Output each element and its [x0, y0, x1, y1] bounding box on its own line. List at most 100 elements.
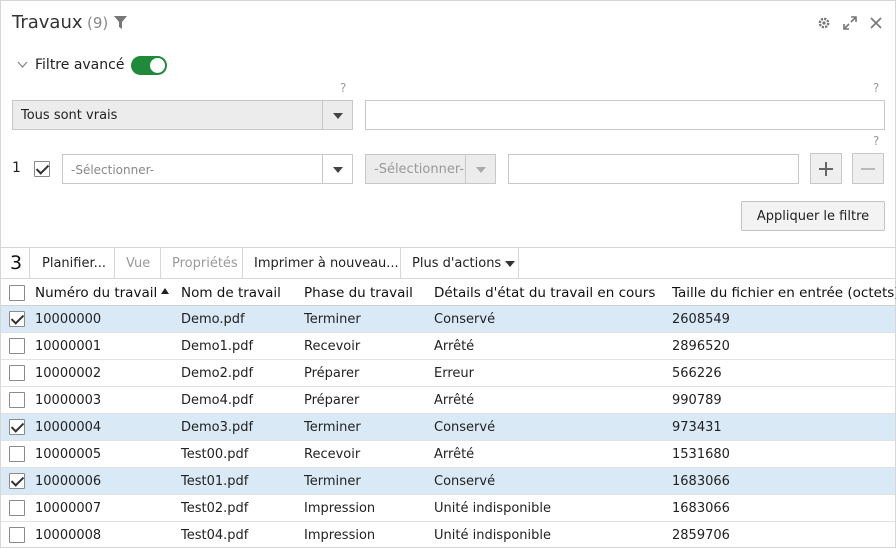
table-row[interactable]: 10000008 Test04.pdf Impression Unité indisp… — [1, 522, 895, 548]
cell-input-size: 1683066 — [672, 474, 730, 489]
cell-input-size: 2859706 — [672, 528, 730, 543]
cell-job-name: Test02.pdf — [181, 501, 249, 516]
caret-down-icon — [505, 260, 516, 267]
remove-condition-button — [852, 153, 884, 184]
row-checkbox[interactable] — [9, 338, 25, 354]
table-row[interactable]: 10000006 Test01.pdf Terminer Conservé 168306… — [1, 468, 895, 495]
cell-input-size: 1683066 — [672, 501, 730, 516]
cell-job-number: 10000007 — [35, 501, 102, 516]
dropdown-arrow-icon[interactable] — [322, 155, 352, 183]
cell-job-phase: Terminer — [304, 420, 361, 435]
table-row[interactable]: 10000004 Demo3.pdf Terminer Conservé 973431 — [1, 414, 895, 441]
logic-select[interactable]: Tous sont vrais — [12, 100, 353, 130]
cell-job-number: 10000002 — [35, 366, 102, 381]
view-button: Vue — [126, 256, 151, 271]
logic-select-value: Tous sont vrais — [21, 108, 118, 123]
cell-job-number: 10000008 — [35, 528, 102, 543]
cell-status-details: Erreur — [434, 366, 474, 381]
row-checkbox[interactable] — [9, 365, 25, 381]
cell-job-number: 10000005 — [35, 447, 102, 462]
funnel-icon[interactable] — [114, 16, 127, 30]
table-row[interactable]: 10000005 Test00.pdf Recevoir Arrêté 1531680 — [1, 441, 895, 468]
condition-field-select[interactable]: -Sélectionner- — [62, 154, 353, 184]
close-icon[interactable] — [869, 16, 883, 30]
column-header-input-size[interactable]: Taille du fichier en entrée (octets) — [672, 285, 896, 301]
properties-button: Propriétés — [172, 256, 238, 271]
condition-field-placeholder: -Sélectionner- — [71, 163, 155, 177]
help-icon[interactable]: ? — [873, 134, 879, 148]
row-checkbox[interactable] — [9, 473, 25, 489]
advanced-filter-toggle[interactable] — [131, 56, 167, 75]
cell-job-phase: Recevoir — [304, 447, 361, 462]
job-count: (9) — [87, 14, 109, 32]
cell-job-name: Demo4.pdf — [181, 393, 254, 408]
help-icon[interactable]: ? — [340, 81, 346, 95]
row-checkbox[interactable] — [9, 311, 25, 327]
cell-job-name: Test01.pdf — [181, 474, 249, 489]
table-row[interactable]: 10000007 Test02.pdf Impression Unité indisp… — [1, 495, 895, 522]
expand-icon[interactable] — [843, 16, 857, 30]
add-condition-button[interactable] — [810, 153, 842, 184]
apply-filter-button[interactable]: Appliquer le filtre — [741, 201, 885, 231]
row-checkbox[interactable] — [9, 446, 25, 462]
cell-job-number: 10000000 — [35, 312, 102, 327]
cell-job-phase: Terminer — [304, 474, 361, 489]
cell-input-size: 566226 — [672, 366, 722, 381]
chevron-down-icon[interactable] — [17, 61, 28, 69]
more-actions-button[interactable]: Plus d'actions — [412, 256, 516, 271]
help-icon[interactable]: ? — [873, 81, 879, 95]
more-actions-label: Plus d'actions — [412, 256, 502, 271]
schedule-button[interactable]: Planifier... — [42, 256, 106, 271]
cell-job-number: 10000006 — [35, 474, 102, 489]
panel-header: Travaux (9) — [1, 1, 895, 45]
row-checkbox[interactable] — [9, 500, 25, 516]
cell-input-size: 2608549 — [672, 312, 730, 327]
gear-icon[interactable] — [817, 16, 831, 30]
toggle-knob — [150, 58, 165, 73]
actions-toolbar: 3 Planifier... Vue Propriétés Imprimer à… — [1, 247, 895, 279]
column-header-job-name[interactable]: Nom de travail — [181, 285, 281, 301]
cell-job-phase: Recevoir — [304, 339, 361, 354]
cell-job-name: Test00.pdf — [181, 447, 249, 462]
cell-input-size: 2896520 — [672, 339, 730, 354]
condition-operator-select: -Sélectionner- — [365, 154, 496, 184]
panel-title: Travaux — [12, 12, 83, 33]
condition-enabled-checkbox[interactable] — [34, 161, 50, 177]
sort-ascending-icon — [161, 288, 170, 294]
cell-job-name: Demo3.pdf — [181, 420, 254, 435]
column-header-status-details[interactable]: Détails d'état du travail en cours — [434, 285, 655, 301]
table-row[interactable]: 10000001 Demo1.pdf Recevoir Arrêté 2896520 — [1, 333, 895, 360]
table-row[interactable]: 10000000 Demo.pdf Terminer Conservé 2608549 — [1, 306, 895, 333]
cell-status-details: Conservé — [434, 420, 496, 435]
cell-input-size: 1531680 — [672, 447, 730, 462]
cell-job-name: Demo2.pdf — [181, 366, 254, 381]
condition-row-number: 1 — [12, 160, 21, 176]
condition-value-input[interactable] — [508, 154, 799, 184]
cell-job-number: 10000003 — [35, 393, 102, 408]
cell-status-details: Arrêté — [434, 393, 475, 408]
cell-status-details: Unité indisponible — [434, 501, 551, 516]
cell-status-details: Conservé — [434, 312, 496, 327]
reprint-button[interactable]: Imprimer à nouveau... — [254, 256, 399, 271]
row-checkbox[interactable] — [9, 392, 25, 408]
column-header-job-number[interactable]: Numéro du travail — [35, 285, 170, 301]
column-header-job-phase[interactable]: Phase du travail — [304, 285, 413, 301]
table-header-row: Numéro du travail Nom de travail Phase d… — [1, 279, 896, 306]
cell-job-phase: Préparer — [304, 393, 360, 408]
table-row[interactable]: 10000002 Demo2.pdf Préparer Erreur 566226 — [1, 360, 895, 387]
logic-value-input[interactable] — [365, 100, 885, 130]
dropdown-arrow-icon — [465, 155, 495, 183]
cell-status-details: Conservé — [434, 474, 496, 489]
cell-job-phase: Préparer — [304, 366, 360, 381]
dropdown-arrow-icon[interactable] — [322, 101, 352, 129]
advanced-filter-label: Filtre avancé — [35, 57, 125, 73]
row-checkbox[interactable] — [9, 527, 25, 543]
row-checkbox[interactable] — [9, 419, 25, 435]
cell-status-details: Arrêté — [434, 447, 475, 462]
table-row[interactable]: 10000003 Demo4.pdf Préparer Arrêté 990789 — [1, 387, 895, 414]
selected-count: 3 — [10, 252, 23, 274]
condition-operator-placeholder: -Sélectionner- — [374, 162, 465, 177]
cell-input-size: 990789 — [672, 393, 722, 408]
cell-job-number: 10000001 — [35, 339, 102, 354]
select-all-checkbox[interactable] — [9, 285, 25, 301]
